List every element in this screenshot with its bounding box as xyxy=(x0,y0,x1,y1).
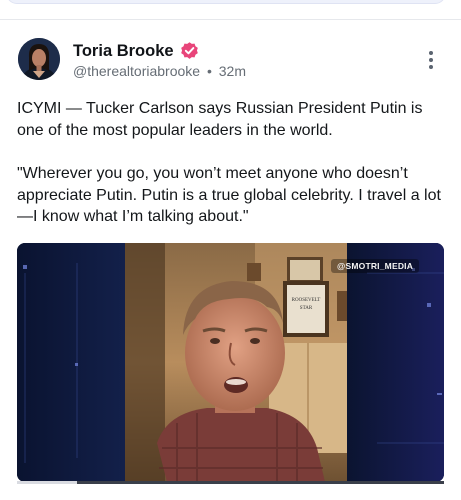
video-frame: ROOSEVELT STAR xyxy=(17,243,444,482)
post-body: ICYMI — Tucker Carlson says Russian Pres… xyxy=(17,98,453,228)
author-meta: @therealtoriabrooke • 32m xyxy=(73,62,246,80)
divider xyxy=(0,19,461,20)
avatar[interactable] xyxy=(18,38,60,80)
meta-separator: • xyxy=(206,63,212,79)
author-name[interactable]: Toria Brooke xyxy=(73,41,174,61)
post-paragraph: ICYMI — Tucker Carlson says Russian Pres… xyxy=(17,100,423,139)
more-vertical-icon[interactable] xyxy=(424,50,438,70)
post-timestamp[interactable]: 32m xyxy=(219,63,246,79)
avatar-image xyxy=(18,38,60,80)
video-progress-bar[interactable] xyxy=(17,481,444,484)
composer-pill[interactable] xyxy=(6,0,446,4)
svg-text:ROOSEVELT: ROOSEVELT xyxy=(292,298,321,303)
post-paragraph: "Wherever you go, you won’t meet anyone … xyxy=(17,165,441,225)
video-progress-fill xyxy=(17,481,77,484)
author-handle[interactable]: @therealtoriabrooke xyxy=(73,63,200,79)
verified-badge-icon xyxy=(179,40,200,61)
video-watermark: @SMOTRI_MEDIA xyxy=(331,259,420,273)
video-player[interactable]: ROOSEVELT STAR xyxy=(17,243,444,482)
svg-text:STAR: STAR xyxy=(300,306,313,311)
